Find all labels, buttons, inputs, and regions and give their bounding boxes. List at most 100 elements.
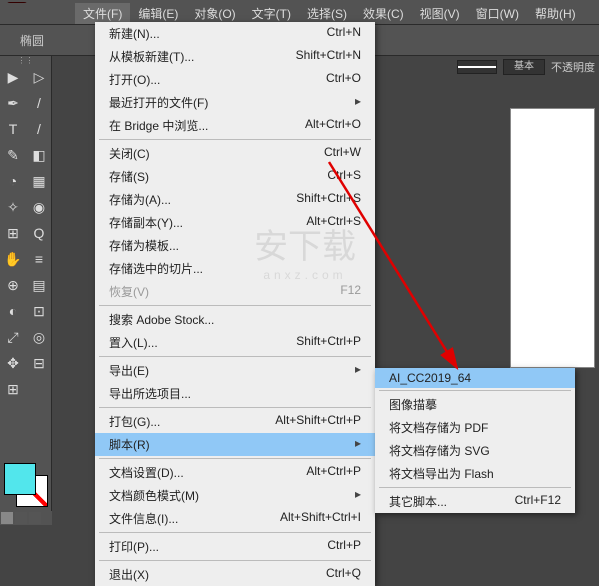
tool-button[interactable]: / [26,116,52,142]
draw-mode-icon[interactable] [15,512,27,524]
menu-entry[interactable]: 新建(N)...Ctrl+N [95,22,375,45]
menu-separator [99,560,371,561]
tool-button[interactable]: ⊕ [0,272,26,298]
menu-item[interactable]: 帮助(H) [527,3,584,24]
menu-entry-label: 存储为(A)... [109,191,171,208]
menu-entry[interactable]: 关闭(C)Ctrl+W [95,142,375,165]
menu-entry[interactable]: 存储为(A)... Shift+Ctrl+S [95,188,375,211]
menu-item[interactable]: 文件(F) [75,3,130,24]
menu-entry[interactable]: 最近打开的文件(F) ▸ [95,91,375,114]
color-swatch[interactable] [4,463,48,507]
menu-entry-label: 将文档存储为 PDF [389,419,488,436]
menu-entry[interactable]: 打印(P)...Ctrl+P [95,535,375,558]
menu-entry-label: 导出所选项目... [109,385,191,402]
menu-entry[interactable]: 置入(L)...Shift+Ctrl+P [95,331,375,354]
menu-entry[interactable]: 文档颜色模式(M)▸ [95,484,375,507]
tool-button[interactable]: ▷ [26,64,52,90]
menu-entry-shortcut: Alt+Shift+Ctrl+I [280,510,361,527]
menu-separator [99,356,371,357]
submenu-arrow-icon: ▸ [355,362,361,379]
tool-button[interactable]: ⊡ [26,298,52,324]
menu-entry-shortcut: Alt+Shift+Ctrl+P [275,413,361,430]
menu-entry-label: 搜索 Adobe Stock... [109,311,214,328]
menu-entry[interactable]: 图像描摹 [375,393,575,416]
menu-entry[interactable]: 文档设置(D)...Alt+Ctrl+P [95,461,375,484]
tool-button[interactable]: ⊟ [26,350,52,376]
menu-entry-shortcut: Ctrl+O [326,71,361,88]
tool-button[interactable]: ✋ [0,246,26,272]
tool-button[interactable]: ▤ [26,272,52,298]
draw-mode-icon[interactable] [29,512,41,524]
menu-entry[interactable]: 将文档导出为 Flash [375,462,575,485]
tool-button[interactable]: ✎ [0,142,26,168]
file-menu-dropdown: 新建(N)...Ctrl+N从模板新建(T)...Shift+Ctrl+N打开(… [95,22,375,586]
menu-separator [99,407,371,408]
menu-entry-label: 存储为模板... [109,237,179,254]
menu-entry[interactable]: 退出(X)Ctrl+Q [95,563,375,586]
menu-entry[interactable]: 在 Bridge 中浏览...Alt+Ctrl+O [95,114,375,137]
tool-button[interactable]: ⊞ [0,220,26,246]
menu-item[interactable]: 文字(T) [244,3,299,24]
tool-button[interactable]: Q [26,220,52,246]
tool-button[interactable]: ◎ [26,324,52,350]
menu-entry[interactable]: 存储为模板... [95,234,375,257]
menu-entry[interactable]: 将文档存储为 PDF [375,416,575,439]
menu-item[interactable]: 窗口(W) [468,3,527,24]
menu-entry-shortcut: Ctrl+Q [326,566,361,583]
menu-entry[interactable]: 文件信息(I)... Alt+Shift+Ctrl+I [95,507,375,530]
panel-grip-icon[interactable]: ⋮⋮ [0,56,51,64]
tool-button[interactable]: ◔ [0,168,26,194]
menu-entry-label: 打包(G)... [109,413,160,430]
tool-button[interactable]: ▶ [0,64,26,90]
tool-button[interactable]: ✥ [0,350,26,376]
menu-entry[interactable]: 打包(G)... Alt+Shift+Ctrl+P [95,410,375,433]
menu-entry[interactable]: 打开(O)... Ctrl+O [95,68,375,91]
tool-button[interactable]: ✧ [0,194,26,220]
menu-entry-label: 导出(E) [109,362,149,379]
document-tab[interactable]: 椭圆 [10,30,54,51]
menu-entry[interactable]: 其它脚本...Ctrl+F12 [375,490,575,513]
foreground-color-icon[interactable] [4,463,36,495]
menu-item[interactable]: 视图(V) [412,3,468,24]
tool-button[interactable]: ▦ [26,168,52,194]
menu-entry-shortcut: Shift+Ctrl+P [296,334,361,351]
menu-entry[interactable]: 脚本(R)▸ [95,433,375,456]
tool-button[interactable]: T [0,116,26,142]
submenu-arrow-icon: ▸ [355,94,361,111]
draw-mode-icon[interactable] [1,512,13,524]
tool-button[interactable]: / [26,90,52,116]
menu-item[interactable]: 选择(S) [299,3,355,24]
menu-entry-shortcut: Shift+Ctrl+S [296,191,361,208]
tool-button[interactable]: ⊞ [0,376,26,402]
menu-entry[interactable]: 导出所选项目... [95,382,375,405]
menu-entry[interactable]: 存储副本(Y)...Alt+Ctrl+S [95,211,375,234]
menu-entry-label: 文件信息(I)... [109,510,178,527]
tool-button[interactable]: ✒ [0,90,26,116]
tool-button[interactable]: ◐ [0,298,26,324]
menu-entry[interactable]: 存储(S)Ctrl+S [95,165,375,188]
menu-item[interactable]: 效果(C) [355,3,412,24]
menu-entry[interactable]: 存储选中的切片... [95,257,375,280]
tool-button[interactable]: ≡ [26,246,52,272]
menu-entry-label: 打开(O)... [109,71,160,88]
menu-entry[interactable]: 导出(E) ▸ [95,359,375,382]
tool-button[interactable]: ⤢ [0,324,26,350]
menu-entry-label: 打印(P)... [109,538,159,555]
menu-entry-shortcut: Alt+Ctrl+S [306,214,361,231]
menu-entry-label: 最近打开的文件(F) [109,94,208,111]
menu-separator [379,390,571,391]
menu-item[interactable]: 编辑(E) [130,3,186,24]
tool-button[interactable]: ◉ [26,194,52,220]
stroke-style-dropdown[interactable]: 基本 [503,59,545,75]
canvas-page [510,108,595,368]
menu-entry-shortcut: F12 [340,283,361,300]
stroke-preview[interactable] [457,60,497,74]
menu-item[interactable]: 对象(O) [186,3,243,24]
menu-separator [379,487,571,488]
menu-entry[interactable]: 搜索 Adobe Stock... [95,308,375,331]
tool-button[interactable]: ◧ [26,142,52,168]
menu-entry[interactable]: 将文档存储为 SVG [375,439,575,462]
menu-entry[interactable]: 从模板新建(T)...Shift+Ctrl+N [95,45,375,68]
menu-entry[interactable]: AI_CC2019_64 [375,368,575,388]
menu-entry: 恢复(V)F12 [95,280,375,303]
